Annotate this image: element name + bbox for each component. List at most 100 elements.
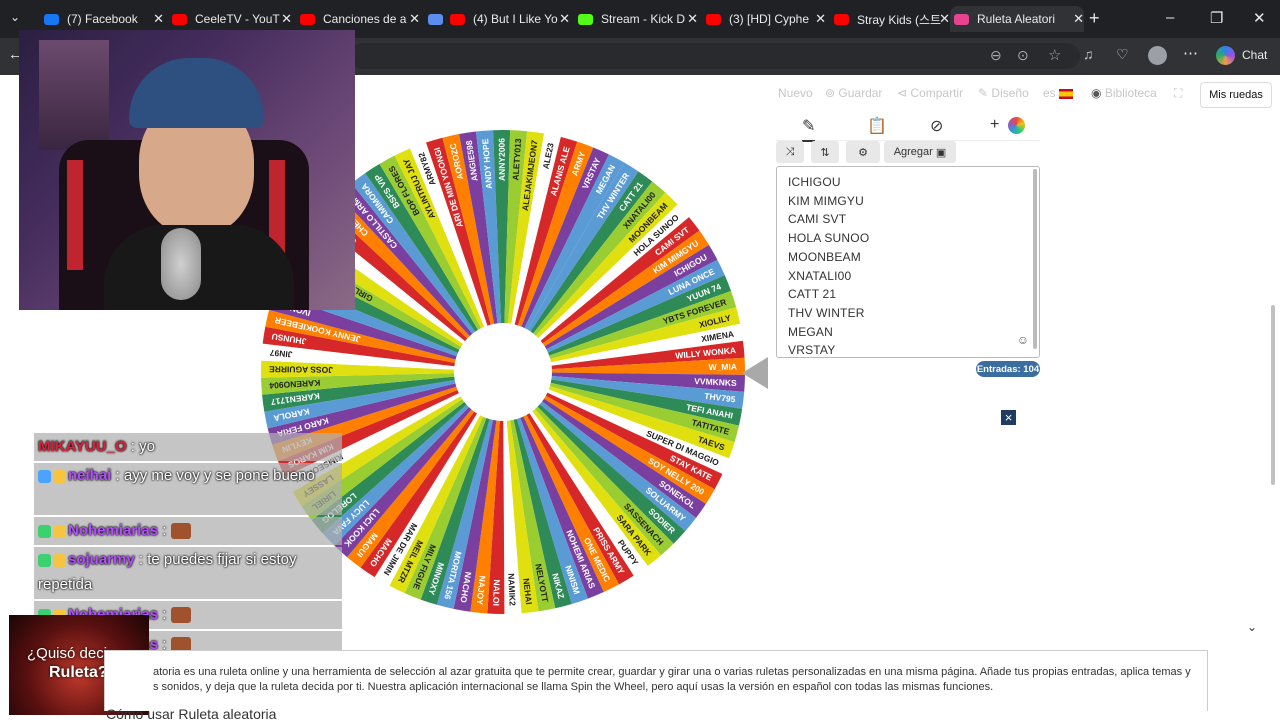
browser-tab[interactable]: [424, 6, 444, 32]
add-image-button[interactable]: Agregar ▣: [884, 141, 956, 163]
entry-line: MEGAN: [788, 324, 834, 339]
share-label: Compartir: [910, 86, 964, 100]
copilot-icon[interactable]: [1216, 46, 1235, 65]
design-label: Diseño: [991, 86, 1029, 100]
my-wheels-button[interactable]: Mis ruedas: [1200, 82, 1272, 108]
save-button[interactable]: ⊚ Guardar: [825, 86, 882, 100]
scrollbar-thumb[interactable]: [1271, 305, 1275, 485]
emoji-icon[interactable]: ☺: [1017, 333, 1029, 347]
sort-button[interactable]: ⇅: [811, 141, 839, 163]
tab-favicon-icon: [428, 13, 443, 25]
tab-close-icon[interactable]: ✕: [1073, 11, 1084, 27]
chat-username[interactable]: neihai: [68, 467, 111, 484]
favorite-icon[interactable]: ☆: [1048, 46, 1061, 64]
entry-line: THV WINTER: [788, 305, 865, 320]
chat-username[interactable]: MIKAYUU_O: [38, 438, 127, 455]
chat-text: :: [158, 606, 171, 623]
wheel-slice-label: JOSS AGUIRRE: [269, 364, 333, 375]
chair-red-stripe-left: [67, 160, 83, 270]
shuffle-icon: ⤨: [785, 145, 795, 158]
entry-line: ICHIGOU: [788, 175, 841, 189]
color-palette-icon[interactable]: [1008, 117, 1025, 134]
zoom-icon[interactable]: ⊖: [990, 47, 1002, 64]
tab-list-chevron-icon[interactable]: ⌄: [10, 10, 20, 24]
fullscreen-icon[interactable]: ⛶: [1174, 86, 1182, 101]
entries-scrollbar[interactable]: [1033, 169, 1037, 349]
tab-favicon-icon: [706, 13, 721, 25]
tab-close-icon[interactable]: ✕: [153, 11, 164, 27]
crown-badge-icon: [53, 553, 66, 567]
tab-label: CeeleTV - YouT: [195, 12, 280, 26]
entries-count-badge: Entradas: 104: [976, 361, 1040, 377]
tab-label: (7) Facebook: [67, 12, 138, 26]
article-box: atoria es una ruleta online y una herram…: [104, 650, 1208, 711]
wheel-slice-label: ANNY2006: [497, 138, 507, 181]
url-field[interactable]: [350, 43, 1080, 69]
browser-tab[interactable]: Stream - Kick D ✕: [574, 6, 698, 32]
chat-button[interactable]: Chat: [1242, 48, 1267, 62]
share-button[interactable]: ⊲ Compartir: [897, 86, 963, 100]
tab-label: Ruleta Aleatori: [977, 12, 1056, 26]
wheel-center[interactable]: [454, 323, 552, 421]
browser-tab[interactable]: Stray Kids (스트 ✕: [830, 6, 950, 32]
design-button[interactable]: ✎ Diseño: [978, 86, 1029, 100]
tab-close-icon[interactable]: ✕: [559, 11, 570, 27]
hide-tab-eye-slash-icon[interactable]: ⊘: [930, 116, 943, 136]
streamer-webcam: [19, 30, 355, 310]
more-menu-icon[interactable]: ⋯: [1183, 44, 1198, 62]
shuffle-button[interactable]: ⤨: [776, 141, 804, 163]
library-button[interactable]: ◉ Biblioteca: [1091, 86, 1157, 100]
restore-icon[interactable]: ❐: [1210, 9, 1223, 27]
image-icon: ▣: [935, 146, 947, 159]
browser-tab[interactable]: Canciones de a ✕: [296, 6, 420, 32]
settings-button[interactable]: ⚙: [846, 141, 880, 163]
results-tab-clipboard-icon[interactable]: 📋: [867, 116, 887, 136]
page-scrollbar[interactable]: [1269, 75, 1277, 635]
new-tab-button[interactable]: +: [1089, 8, 1100, 29]
scroll-down-chevron-icon[interactable]: ⌄: [1247, 620, 1257, 634]
tab-close-icon[interactable]: ✕: [687, 11, 698, 27]
chat-text: : ayy me voy y se pone bueno: [111, 467, 315, 484]
entry-line: HOLA SUNOO: [788, 231, 870, 246]
profile-avatar[interactable]: [1148, 46, 1167, 65]
tab-close-icon[interactable]: ✕: [409, 11, 420, 27]
browser-tab[interactable]: (3) [HD] Cyphe ✕: [702, 6, 826, 32]
chat-badge-icon: [38, 553, 51, 567]
spain-flag-icon: [1059, 88, 1074, 99]
tab-close-icon[interactable]: ✕: [281, 11, 292, 27]
chat-message: neihai : ayy me voy y se pone bueno: [34, 463, 342, 515]
add-wheel-button[interactable]: +: [990, 116, 999, 134]
browser-tab[interactable]: Ruleta Aleatori ✕: [950, 6, 1084, 32]
promo-line1: ¿Quisó decir: [27, 645, 113, 662]
chat-text: :: [158, 522, 171, 539]
minimize-icon[interactable]: –: [1166, 9, 1174, 26]
language-label: es: [1043, 86, 1056, 100]
browser-tab[interactable]: (7) Facebook ✕: [40, 6, 164, 32]
reader-icon[interactable]: ⊙: [1017, 47, 1029, 64]
chat-text: : yo: [126, 438, 155, 455]
globe-icon: ◉: [1091, 86, 1102, 100]
language-button[interactable]: es: [1043, 86, 1074, 100]
browser-tab[interactable]: (4) But I Like Yo ✕: [446, 6, 570, 32]
tab-label: Canciones de a: [323, 12, 407, 26]
tab-close-icon[interactable]: ✕: [939, 11, 950, 27]
chat-message: Nohemiarias :: [34, 517, 342, 545]
tab-close-icon[interactable]: ✕: [815, 11, 826, 27]
close-overlay-button[interactable]: ×: [1001, 410, 1016, 425]
chat-emote-icon: [170, 523, 191, 540]
sort-icon: ⇅: [820, 146, 830, 159]
edit-tab-pencil-icon[interactable]: ✎: [802, 116, 816, 142]
entries-textarea[interactable]: ☺ ICHIGOU KIM MIMGYU CAMI SVT HOLA SUNOO MOO…: [776, 166, 1040, 358]
chat-username[interactable]: Nohemiarias: [68, 522, 158, 539]
share-icon: ⊲: [897, 86, 908, 100]
extensions-icon[interactable]: ♫: [1083, 46, 1094, 62]
wheel-slice-label: VVMKNKS: [694, 376, 737, 388]
pencil-icon: ✎: [978, 86, 989, 100]
collections-icon[interactable]: ♡: [1116, 46, 1129, 63]
browser-tab[interactable]: CeeleTV - YouT ✕: [168, 6, 292, 32]
chat-username[interactable]: sojuarmy: [68, 551, 135, 568]
entry-line: CAMI SVT: [788, 212, 847, 227]
close-window-icon[interactable]: ✕: [1253, 9, 1266, 27]
new-wheel-button[interactable]: Nuevo: [778, 86, 813, 100]
chat-message: sojuarmy : te puedes fijar si estoy repe…: [34, 547, 342, 599]
